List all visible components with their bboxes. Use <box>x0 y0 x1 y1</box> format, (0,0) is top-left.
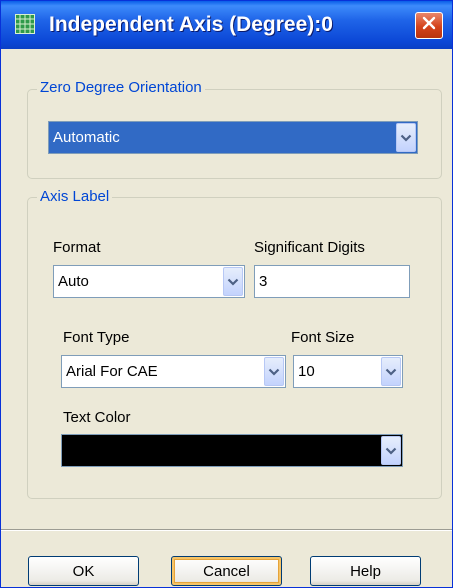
font-type-value: Arial For CAE <box>66 363 158 380</box>
axis-label-legend: Axis Label <box>37 188 113 206</box>
font-size-value: 10 <box>298 363 315 380</box>
dialog-body: Zero Degree Orientation Automatic Axis L… <box>1 49 452 587</box>
chevron-down-icon <box>227 273 239 291</box>
chevron-down-icon <box>268 363 280 381</box>
dropdown-button[interactable] <box>381 436 401 465</box>
significant-digits-value: 3 <box>259 273 268 290</box>
dropdown-button[interactable] <box>381 357 401 386</box>
chevron-down-icon <box>400 129 412 147</box>
close-button[interactable] <box>415 12 443 39</box>
format-label: Format <box>53 239 101 256</box>
title-bar[interactable]: Independent Axis (Degree):0 <box>1 1 452 49</box>
text-color-label: Text Color <box>63 409 131 426</box>
font-type-label: Font Type <box>63 329 130 346</box>
dialog-window: Independent Axis (Degree):0 Zero Degree … <box>0 0 453 588</box>
dropdown-button[interactable] <box>264 357 284 386</box>
ok-button[interactable]: OK <box>28 556 139 586</box>
font-size-select[interactable]: 10 <box>293 355 403 388</box>
font-size-label: Font Size <box>291 329 355 346</box>
separator <box>1 530 452 531</box>
help-button[interactable]: Help <box>310 556 421 586</box>
zero-degree-value: Automatic <box>53 129 120 146</box>
close-icon <box>422 16 436 35</box>
window-title: Independent Axis (Degree):0 <box>49 13 333 36</box>
text-color-select[interactable] <box>61 434 403 467</box>
chevron-down-icon <box>385 363 397 381</box>
chevron-down-icon <box>385 442 397 460</box>
font-type-select[interactable]: Arial For CAE <box>61 355 286 388</box>
zero-degree-orientation-select[interactable]: Automatic <box>48 121 418 154</box>
zero-degree-legend: Zero Degree Orientation <box>37 79 205 97</box>
format-value: Auto <box>58 273 89 290</box>
format-select[interactable]: Auto <box>53 265 245 298</box>
significant-digits-input[interactable]: 3 <box>254 265 410 298</box>
significant-digits-label: Significant Digits <box>254 239 365 256</box>
cancel-button[interactable]: Cancel <box>171 556 282 586</box>
grid-icon <box>15 14 35 34</box>
dropdown-button[interactable] <box>396 123 416 152</box>
dropdown-button[interactable] <box>223 267 243 296</box>
